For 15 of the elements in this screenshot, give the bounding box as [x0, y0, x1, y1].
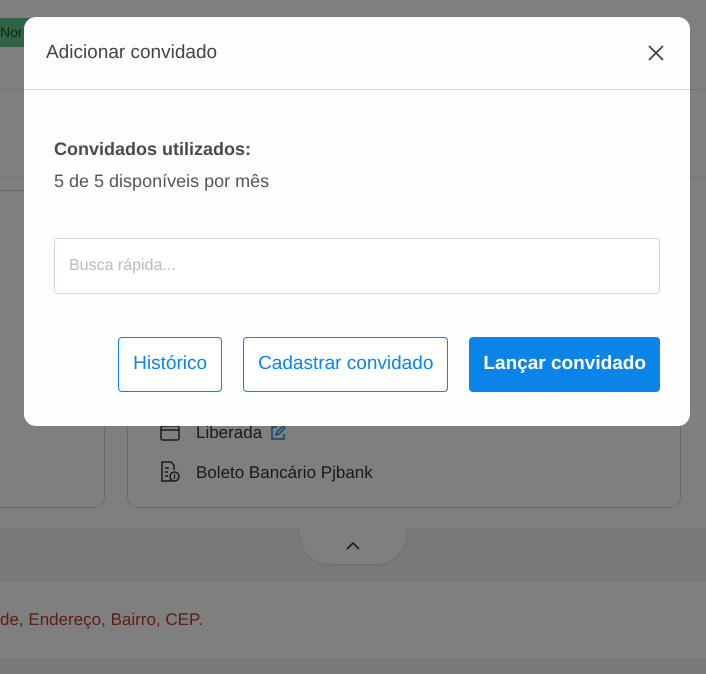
close-icon [648, 45, 664, 61]
receipt-icon [160, 461, 180, 484]
search-field[interactable]: Busca rápida... [54, 238, 660, 294]
payment-text: Boleto Bancário Pjbank [196, 462, 373, 484]
usage-value: 5 de 5 disponíveis por mês [54, 170, 270, 193]
usage-label: Convidados utilizados: [54, 138, 252, 161]
primary-button[interactable]: Lançar convidado [469, 337, 660, 392]
outline-button[interactable]: Histórico [118, 337, 222, 392]
notice-text: de, Endereço, Bairro, CEP. [0, 609, 203, 632]
card-icon [160, 424, 180, 441]
chevron-up-icon [346, 542, 360, 550]
outline-button[interactable]: Cadastrar convidado [243, 337, 448, 392]
edit-icon[interactable] [270, 424, 286, 441]
payment-text: Liberada [196, 422, 262, 444]
collapse-toggle[interactable] [300, 528, 406, 564]
